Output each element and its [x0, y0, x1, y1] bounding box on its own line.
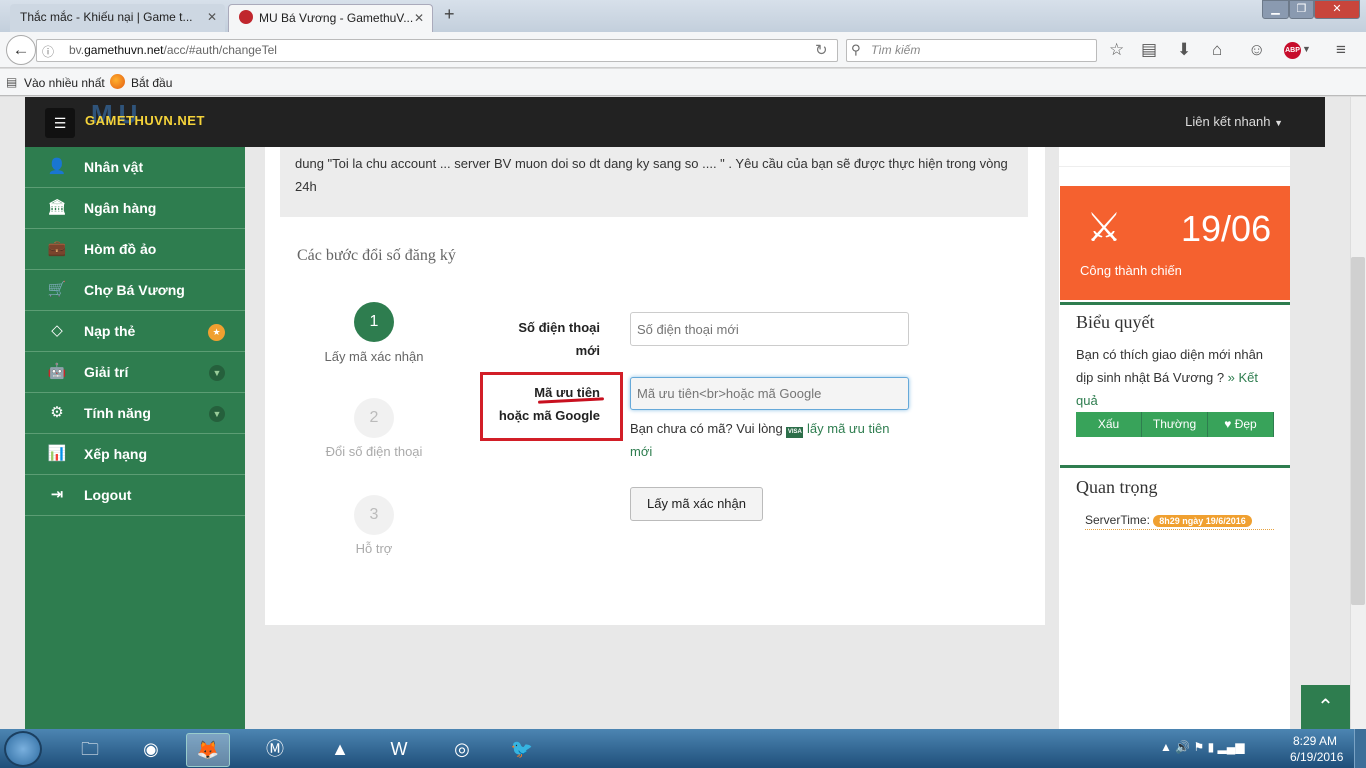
taskbar-clock[interactable]: 8:29 AM 6/19/2016 — [1290, 733, 1343, 765]
sidebar-item-tinh-nang[interactable]: ⚙ Tính năng ▼ — [25, 393, 245, 434]
show-desktop-button[interactable] — [1354, 729, 1366, 768]
step-2-label: Đổi số điện thoại — [325, 444, 423, 459]
menu-icon[interactable]: ≡ — [1336, 40, 1346, 60]
caret-down-icon: ▼ — [1274, 118, 1283, 128]
bookmark-getting-started[interactable]: Bắt đầu — [131, 76, 172, 90]
app-bird-icon[interactable]: 🐦 — [500, 733, 544, 767]
browser-tab-1[interactable]: Thắc mắc - Khiếu nại | Game t... ✕ — [10, 4, 225, 32]
chevron-down-icon: ▼ — [209, 365, 225, 381]
back-button[interactable]: ← — [6, 35, 36, 65]
server-time: ServerTime: 8h29 ngày 19/6/2016 — [1085, 513, 1274, 530]
close-tab-icon[interactable]: ✕ — [414, 5, 424, 31]
close-tab-icon[interactable]: ✕ — [207, 4, 217, 30]
code-hint: Bạn chưa có mã? Vui lòng VISA lấy mã ưu … — [630, 421, 890, 459]
bar-chart-icon: 📊 — [47, 445, 67, 462]
sidebar-item-giai-tri[interactable]: 🤖 Giải trí ▼ — [25, 352, 245, 393]
bookmarks-bar — [0, 69, 1366, 96]
browser-tab-2[interactable]: MU Bá Vương - GamethuV... ✕ — [228, 4, 433, 32]
star-badge-icon: ★ — [208, 324, 225, 341]
hamburger-menu-icon[interactable]: ☰ — [45, 108, 75, 138]
step-2-circle: 2 — [354, 398, 394, 438]
card-icon: VISA — [786, 427, 804, 438]
priority-code-field[interactable] — [630, 377, 909, 410]
start-button[interactable] — [4, 731, 42, 767]
sidebar: 👤 Nhân vật 🏛 Ngân hàng 💼 Hòm đồ ảo 🛒 Chợ Bá … — [25, 147, 245, 730]
site-logo[interactable]: MU GAMETHUVN.NET — [85, 99, 205, 129]
firefox-taskbar-icon[interactable]: 🦊 — [186, 733, 230, 767]
download-icon[interactable]: ⬇ — [1177, 40, 1191, 60]
quick-links-dropdown[interactable]: Liên kết nhanh ▼ — [1185, 114, 1283, 129]
explorer-icon[interactable]: 🗀 — [68, 733, 112, 767]
bookmark-star-icon[interactable]: ☆ — [1109, 40, 1124, 60]
firefox-icon — [110, 74, 125, 89]
reload-icon[interactable]: ↻ — [815, 41, 828, 59]
poll-question: Bạn có thích giao diện mới nhân dịp sinh… — [1076, 347, 1264, 408]
server-time-badge: 8h29 ngày 19/6/2016 — [1153, 515, 1252, 527]
chrome-icon[interactable]: ◉ — [129, 733, 173, 767]
sidebar-item-ngan-hang[interactable]: 🏛 Ngân hàng — [25, 188, 245, 229]
poll-option-dep[interactable]: ♥ Đẹp — [1208, 412, 1274, 437]
close-window-icon[interactable]: ✕ — [1314, 0, 1360, 19]
scrollbar-thumb[interactable] — [1351, 257, 1365, 605]
chat-icon[interactable]: ☺ — [1248, 40, 1265, 60]
site-favicon-icon — [239, 10, 253, 24]
new-phone-field[interactable] — [630, 312, 909, 346]
bookmark-folder-icon: ▤ — [6, 75, 18, 89]
home-icon[interactable]: ⌂ — [1212, 40, 1222, 60]
poll-option-thuong[interactable]: Thường — [1142, 412, 1208, 437]
step-3-label: Hỗ trợ — [355, 541, 393, 556]
logout-icon: ⇥ — [50, 486, 64, 503]
highlight-box — [480, 372, 623, 441]
steps-title: Các bước đổi số đăng ký — [297, 247, 456, 264]
android-icon: 🤖 — [47, 363, 67, 380]
matlab-icon[interactable]: ▲ — [318, 733, 362, 767]
sidebar-item-nap-the[interactable]: ◇ Nạp thẻ ★ — [25, 311, 245, 352]
bank-icon: 🏛 — [47, 199, 67, 216]
page-viewport: ☰ MU GAMETHUVN.NET Liên kết nhanh ▼ 👤 Nhân… — [0, 97, 1366, 730]
coccoc-icon[interactable]: ◎ — [440, 733, 484, 767]
event-name: Công thành chiến — [1080, 263, 1182, 278]
system-tray-icons[interactable]: ▲ 🔊 ⚑ ▮ ▂▄▆ — [1160, 740, 1244, 754]
important-box — [1060, 465, 1290, 730]
poll-option-xau[interactable]: Xấu — [1076, 412, 1142, 437]
mu-game-icon[interactable]: Ⓜ — [253, 733, 297, 767]
step-1-label: Lấy mã xác nhận — [324, 349, 424, 364]
maximize-icon[interactable]: ❐ — [1289, 0, 1314, 19]
url-bar[interactable]: bv.gamethuvn.net/acc/#auth/changeTel — [36, 39, 838, 62]
briefcase-icon: 💼 — [47, 240, 67, 257]
step-1-circle: 1 — [354, 302, 394, 342]
diamond-icon: ◇ — [51, 322, 63, 339]
user-icon: 👤 — [47, 158, 67, 175]
chevron-down-icon: ▼ — [209, 406, 225, 422]
sidebar-item-logout[interactable]: ⇥ Logout — [25, 475, 245, 516]
poll-title: Biểu quyết — [1076, 312, 1155, 332]
warrior-icon: ⚔ — [1086, 206, 1122, 250]
chevron-down-icon[interactable]: ▼ — [1302, 44, 1311, 54]
sidebar-item-hom-do-ao[interactable]: 💼 Hòm đồ ảo — [25, 229, 245, 270]
word-icon[interactable]: W — [377, 733, 421, 767]
adblock-icon[interactable]: ABP — [1284, 42, 1301, 59]
site-header: ☰ MU GAMETHUVN.NET Liên kết nhanh ▼ — [25, 97, 1325, 147]
sidebar-item-nhan-vat[interactable]: 👤 Nhân vật — [25, 147, 245, 188]
search-input[interactable]: Tìm kiếm — [846, 39, 1097, 62]
scroll-to-top-button[interactable]: ⌃ — [1301, 685, 1350, 730]
sidebar-item-xep-hang[interactable]: 📊 Xếp hạng — [25, 434, 245, 475]
step-3-circle: 3 — [354, 495, 394, 535]
sidebar-item-cho-ba-vuong[interactable]: 🛒 Chợ Bá Vương — [25, 270, 245, 311]
new-tab-icon[interactable]: + — [444, 4, 455, 25]
cart-icon: 🛒 — [47, 281, 67, 298]
event-date: 19/06 — [1181, 208, 1272, 249]
search-icon: ⚲ — [851, 42, 861, 57]
notice-box: dung "Toi la chu account ... server BV m… — [280, 147, 1028, 217]
get-confirm-code-button[interactable]: Lấy mã xác nhận — [630, 487, 763, 521]
bookmark-most-visited[interactable]: Vào nhiều nhất — [24, 76, 105, 90]
important-title: Quan trọng — [1076, 477, 1158, 497]
phone-label: Số điện thoại mới — [518, 320, 600, 358]
minimize-icon[interactable]: ▁ — [1262, 0, 1289, 19]
reading-list-icon[interactable]: ▤ — [1141, 40, 1157, 60]
info-icon[interactable]: ⓘ — [42, 43, 54, 60]
right-column-top-cutoff — [1059, 147, 1290, 167]
gears-icon: ⚙ — [50, 404, 64, 421]
